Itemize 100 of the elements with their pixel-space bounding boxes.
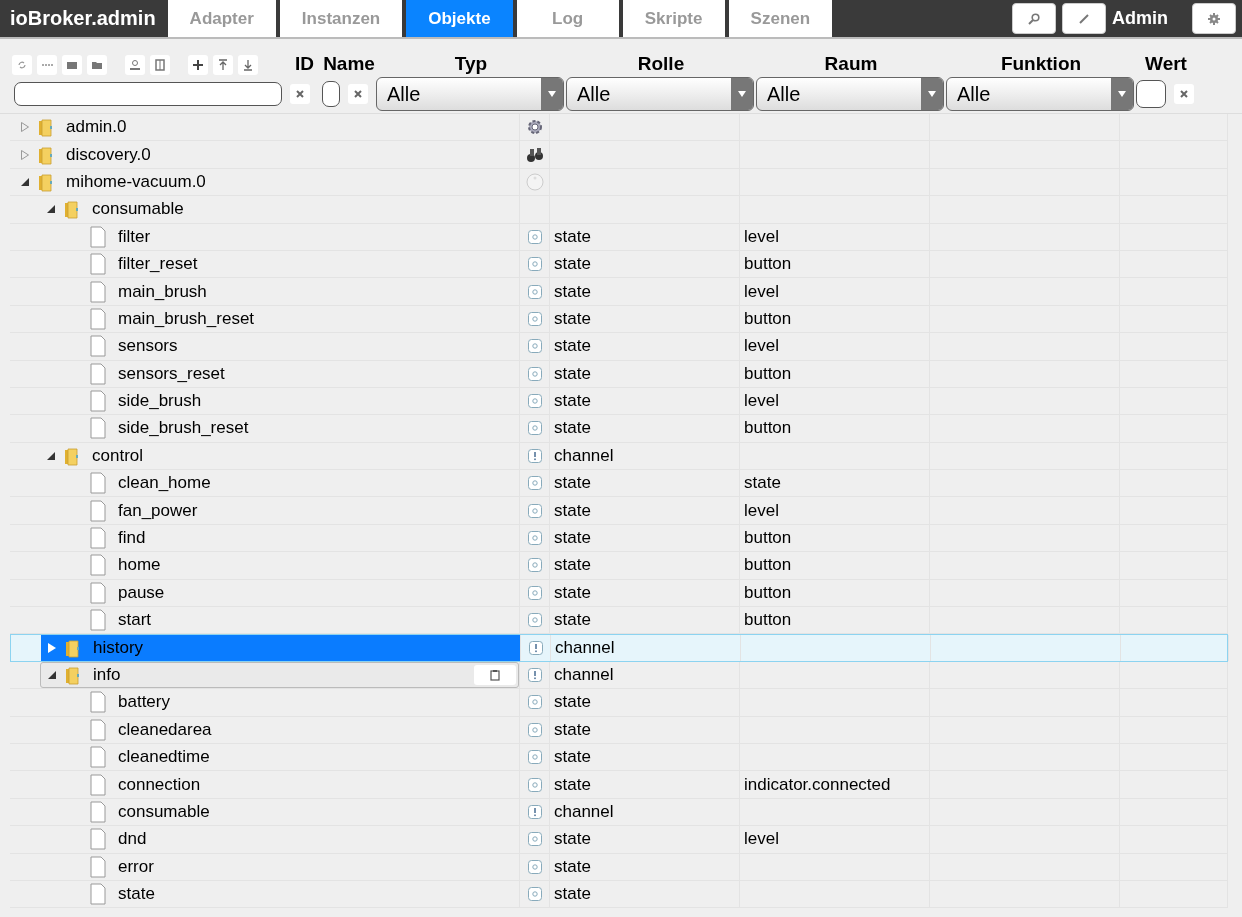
object-id: error bbox=[118, 856, 154, 877]
collapsed-arrow-icon[interactable] bbox=[21, 122, 29, 133]
filter-dropdown[interactable]: Alle bbox=[756, 77, 944, 111]
id-filter-field[interactable] bbox=[14, 82, 282, 106]
type-text: state bbox=[554, 774, 591, 795]
dropdown-value: Alle bbox=[387, 82, 421, 106]
object-id: state bbox=[118, 884, 155, 905]
type-text: state bbox=[554, 473, 591, 494]
file-icon bbox=[90, 527, 106, 550]
object-id: cleanedarea bbox=[118, 719, 212, 740]
tree-item[interactable]: history bbox=[41, 635, 520, 661]
object-id: side_brush bbox=[118, 391, 202, 412]
role-text: button bbox=[744, 582, 792, 603]
type-text: state bbox=[554, 336, 591, 357]
tree-item[interactable]: mihome-vacuum.0 bbox=[14, 168, 519, 196]
columns-button[interactable] bbox=[150, 55, 170, 75]
folder-icon bbox=[66, 59, 78, 71]
state-icon bbox=[527, 421, 542, 436]
role-text: button bbox=[744, 610, 792, 631]
expanded-arrow-icon[interactable] bbox=[48, 671, 56, 679]
state-icon bbox=[527, 366, 542, 381]
type-text: state bbox=[554, 418, 591, 439]
filter-dropdown[interactable]: Alle bbox=[566, 77, 754, 111]
close-icon bbox=[354, 90, 362, 98]
state-icon bbox=[527, 531, 542, 546]
channel-icon bbox=[527, 804, 542, 819]
collapse-button[interactable] bbox=[62, 55, 82, 75]
object-id: fan_power bbox=[118, 500, 198, 521]
object-id: consumable bbox=[92, 199, 184, 220]
expanded-arrow-icon[interactable] bbox=[47, 451, 55, 460]
clear-button[interactable] bbox=[348, 84, 368, 104]
edit-button[interactable] bbox=[1062, 3, 1106, 34]
upload-button[interactable] bbox=[213, 55, 233, 75]
file-icon bbox=[90, 225, 106, 248]
settings-button[interactable] bbox=[1192, 3, 1236, 34]
file-icon bbox=[90, 362, 106, 385]
copy-button[interactable] bbox=[474, 665, 516, 685]
file-icon bbox=[90, 883, 106, 906]
tree-item[interactable]: admin.0 bbox=[14, 114, 519, 141]
object-id: home bbox=[118, 555, 161, 576]
add-button[interactable] bbox=[188, 55, 208, 75]
column-header: Typ bbox=[453, 53, 489, 75]
object-id: clean_home bbox=[118, 473, 211, 494]
role-text: button bbox=[744, 528, 792, 549]
column-header: Rolle bbox=[636, 53, 686, 75]
object-id: find bbox=[118, 528, 146, 549]
type-text: channel bbox=[554, 445, 614, 466]
object-id: start bbox=[118, 610, 152, 631]
expanded-arrow-icon[interactable] bbox=[47, 205, 55, 214]
column-header: Raum bbox=[823, 53, 879, 75]
tree-item[interactable]: discovery.0 bbox=[14, 141, 519, 168]
filter-dropdown[interactable]: Alle bbox=[946, 77, 1134, 111]
refresh-button[interactable] bbox=[12, 55, 32, 75]
settings-icon bbox=[1208, 12, 1220, 25]
tree-item[interactable]: control bbox=[40, 442, 519, 470]
folder-icon bbox=[65, 638, 81, 659]
download-icon bbox=[242, 59, 254, 71]
file-icon bbox=[90, 253, 106, 276]
clear-button[interactable] bbox=[290, 84, 310, 104]
user-name: Admin bbox=[1112, 8, 1168, 29]
pencil-icon bbox=[1078, 12, 1090, 25]
type-text: state bbox=[554, 719, 591, 740]
search-icon bbox=[1028, 12, 1040, 25]
tree-item[interactable]: info bbox=[40, 661, 519, 689]
filter-dropdown[interactable]: Alle bbox=[376, 77, 564, 111]
file-icon bbox=[90, 691, 106, 714]
collapsed-arrow-icon[interactable] bbox=[48, 643, 56, 654]
folder-icon bbox=[64, 199, 80, 220]
object-id: control bbox=[92, 445, 144, 466]
close-icon bbox=[1180, 90, 1188, 98]
list-button[interactable] bbox=[37, 55, 57, 75]
object-id: mihome-vacuum.0 bbox=[66, 171, 206, 192]
dropdown-value: Alle bbox=[577, 82, 611, 106]
user-button[interactable] bbox=[125, 55, 145, 75]
type-text: state bbox=[554, 281, 591, 302]
expanded-arrow-icon[interactable] bbox=[21, 177, 29, 186]
object-id: info bbox=[93, 665, 121, 685]
value-filter-field[interactable] bbox=[1136, 80, 1166, 108]
state-icon bbox=[527, 613, 542, 628]
search-button[interactable] bbox=[1012, 3, 1056, 34]
expand-button[interactable] bbox=[87, 55, 107, 75]
object-id: dnd bbox=[118, 829, 147, 850]
tree-item[interactable]: consumable bbox=[40, 196, 519, 223]
collapsed-arrow-icon[interactable] bbox=[21, 149, 29, 160]
object-id: discovery.0 bbox=[66, 144, 151, 165]
folder-icon bbox=[91, 59, 103, 71]
download-button[interactable] bbox=[238, 55, 258, 75]
clear-button[interactable] bbox=[1174, 84, 1194, 104]
name-filter-field[interactable] bbox=[322, 81, 340, 107]
file-icon bbox=[90, 855, 106, 878]
user-icon bbox=[129, 59, 141, 71]
state-icon bbox=[527, 695, 542, 710]
state-icon bbox=[527, 339, 542, 354]
state-icon bbox=[527, 503, 542, 518]
type-text: channel bbox=[554, 801, 614, 822]
state-icon bbox=[527, 229, 542, 244]
caret-icon bbox=[548, 91, 556, 97]
tab[interactable]: Objekte bbox=[406, 0, 513, 37]
role-text: indicator.connected bbox=[744, 774, 891, 795]
object-id: connection bbox=[118, 774, 201, 795]
